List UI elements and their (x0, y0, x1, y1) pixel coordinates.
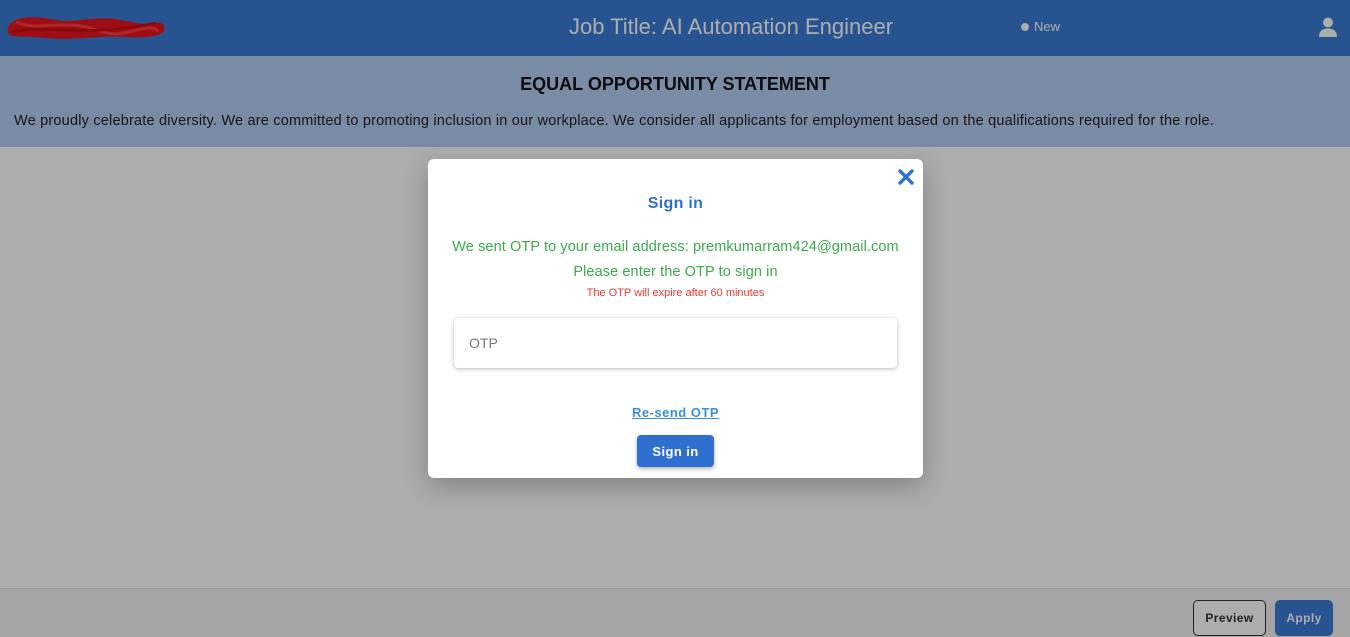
dialog-title: Sign in (647, 195, 704, 212)
resend-otp-link[interactable]: Re-send OTP (632, 405, 719, 420)
signin-button[interactable]: Sign in (637, 435, 714, 467)
resend-container: Re-send OTP (428, 404, 923, 422)
otp-expiry-note: The OTP will expire after 60 minutes (586, 287, 765, 299)
otp-sent-message: We sent OTP to your email address: premk… (452, 239, 899, 255)
otp-input[interactable] (454, 318, 897, 368)
close-icon[interactable] (896, 167, 916, 187)
otp-instruction: Please enter the OTP to sign in (573, 264, 778, 280)
signin-dialog: Sign in We sent OTP to your email addres… (428, 159, 923, 478)
